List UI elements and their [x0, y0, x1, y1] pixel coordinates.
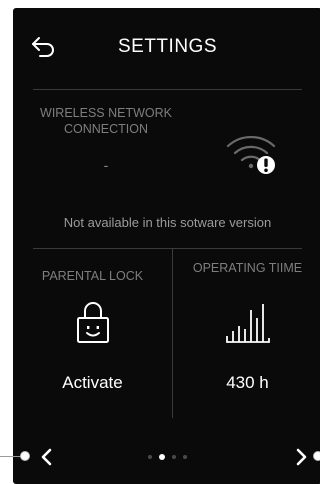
settings-screen: SETTINGS WIRELESS NETWORK CONNECTION - N… — [13, 8, 320, 484]
grid-divider — [172, 248, 173, 418]
bar-chart-icon — [225, 304, 270, 343]
parental-lock-label: PARENTAL LOCK — [41, 269, 144, 283]
page-dot-active[interactable] — [159, 454, 165, 460]
operating-time-value: 430 h — [226, 373, 269, 392]
chevron-right-icon — [296, 448, 307, 466]
parental-lock-value: Activate — [62, 373, 123, 392]
unavailable-note: Not available in this sotware version — [63, 215, 272, 230]
callout-marker-right — [313, 451, 320, 461]
page-indicator — [13, 454, 320, 460]
wireless-network-label: WIRELESS NETWORK CONNECTION — [40, 106, 172, 136]
operating-time-tile: OPERATING TIIME 430 h — [173, 248, 320, 423]
callout-marker-left — [20, 451, 30, 461]
operating-time-label: OPERATING TIIME — [192, 261, 303, 275]
page-title: SETTINGS — [117, 36, 217, 57]
wifi-warning-icon — [226, 136, 276, 174]
next-page-button[interactable] — [289, 445, 313, 469]
parental-lock-tile[interactable]: PARENTAL LOCK Activate — [13, 248, 172, 423]
page-dot[interactable] — [183, 455, 187, 459]
wireless-network-section: WIRELESS NETWORK CONNECTION - Not availa… — [13, 90, 320, 248]
lock-face-icon — [76, 302, 109, 343]
callout-line — [0, 456, 22, 457]
header: SETTINGS — [13, 8, 320, 88]
page-dot[interactable] — [148, 455, 152, 459]
wireless-network-value: - — [103, 157, 109, 173]
page-dot[interactable] — [172, 455, 176, 459]
feature-grid: PARENTAL LOCK Activate OPERATING TIIME 4… — [13, 248, 320, 423]
